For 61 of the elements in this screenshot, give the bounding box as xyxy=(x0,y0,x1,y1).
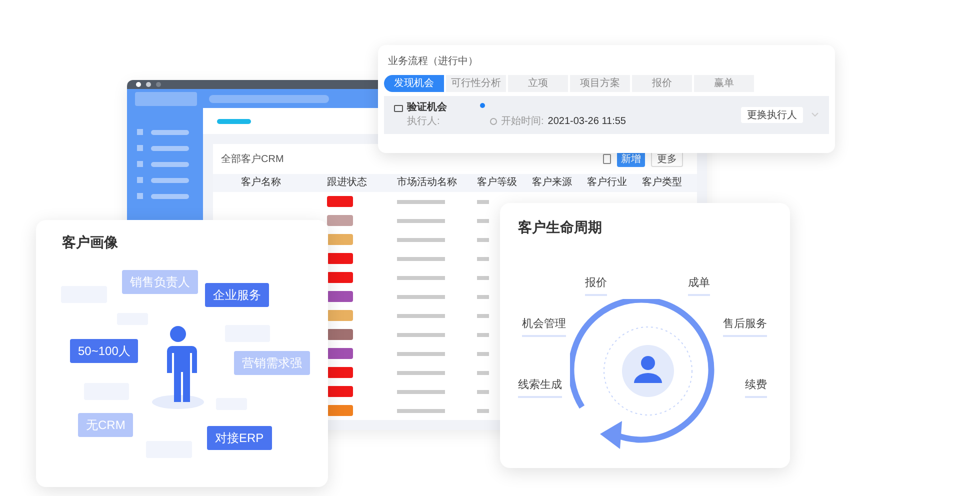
profile-tag: 无CRM xyxy=(78,413,134,437)
column-header[interactable]: 市场活动名称 xyxy=(397,177,477,189)
text-placeholder xyxy=(477,352,489,356)
column-header[interactable]: 客户行业 xyxy=(587,177,642,189)
profile-tag: 销售负责人 xyxy=(122,270,198,294)
tab-indicator[interactable] xyxy=(217,118,251,124)
assignee-label: 执行人: xyxy=(407,116,441,128)
text-placeholder xyxy=(397,294,445,298)
start-time: 2021-03-26 11:55 xyxy=(548,116,626,128)
lifecycle-stage-label: 机会管理 xyxy=(522,316,566,336)
text-placeholder xyxy=(397,408,445,412)
text-placeholder xyxy=(397,238,445,242)
text-placeholder xyxy=(397,332,445,336)
search-field[interactable] xyxy=(209,94,329,103)
column-header[interactable]: 客户来源 xyxy=(532,177,587,189)
text-placeholder xyxy=(477,276,489,280)
profile-tag: 营销需求强 xyxy=(234,351,310,375)
text-placeholder xyxy=(397,200,445,204)
text-placeholder xyxy=(477,218,489,222)
start-label: 开始时间: xyxy=(501,116,544,128)
process-stage[interactable]: 发现机会 xyxy=(384,75,444,92)
text-placeholder xyxy=(397,314,445,318)
text-placeholder xyxy=(397,276,445,280)
lifecycle-stage-label: 报价 xyxy=(585,275,607,296)
text-placeholder xyxy=(397,390,445,394)
text-placeholder xyxy=(397,352,445,356)
lifecycle-stage-label: 售后服务 xyxy=(723,316,767,336)
logo-placeholder xyxy=(135,92,197,106)
card-title: 客户生命周期 xyxy=(518,218,602,237)
process-title: 业务流程（进行中） xyxy=(387,55,479,69)
lifecycle-stage-label: 成单 xyxy=(688,275,710,296)
column-header[interactable]: 客户类型 xyxy=(642,177,697,189)
table-title: 全部客户CRM xyxy=(221,152,285,166)
text-placeholder xyxy=(397,370,445,374)
task-name: 验证机会 xyxy=(407,102,447,114)
text-placeholder xyxy=(397,218,445,222)
column-header[interactable]: 客户名称 xyxy=(241,177,327,189)
lifecycle-stage-label: 续费 xyxy=(745,377,767,398)
lifecycle-stage-label: 线索生成 xyxy=(518,377,562,398)
text-placeholder xyxy=(477,408,489,412)
profile-tag: 对接ERP xyxy=(207,426,272,450)
text-placeholder xyxy=(397,256,445,260)
text-placeholder xyxy=(477,314,489,318)
text-placeholder xyxy=(477,390,489,394)
column-header[interactable]: 客户等级 xyxy=(477,177,532,189)
text-placeholder xyxy=(477,200,489,204)
text-placeholder xyxy=(477,294,489,298)
card-title: 客户画像 xyxy=(62,233,118,252)
chevron-icon[interactable] xyxy=(811,112,819,118)
document-icon[interactable] xyxy=(603,154,611,164)
column-header[interactable]: 跟进状态 xyxy=(327,177,397,189)
text-placeholder xyxy=(477,332,489,336)
profile-tag: 50~100人 xyxy=(70,339,138,363)
person-figure-icon xyxy=(150,324,206,410)
clock-icon xyxy=(490,118,497,125)
text-placeholder xyxy=(477,238,489,242)
text-placeholder xyxy=(477,370,489,374)
text-placeholder xyxy=(477,256,489,260)
monitor-icon xyxy=(394,104,403,112)
change-assignee-button[interactable]: 更换执行人 xyxy=(741,107,803,123)
profile-tag: 企业服务 xyxy=(205,283,269,307)
